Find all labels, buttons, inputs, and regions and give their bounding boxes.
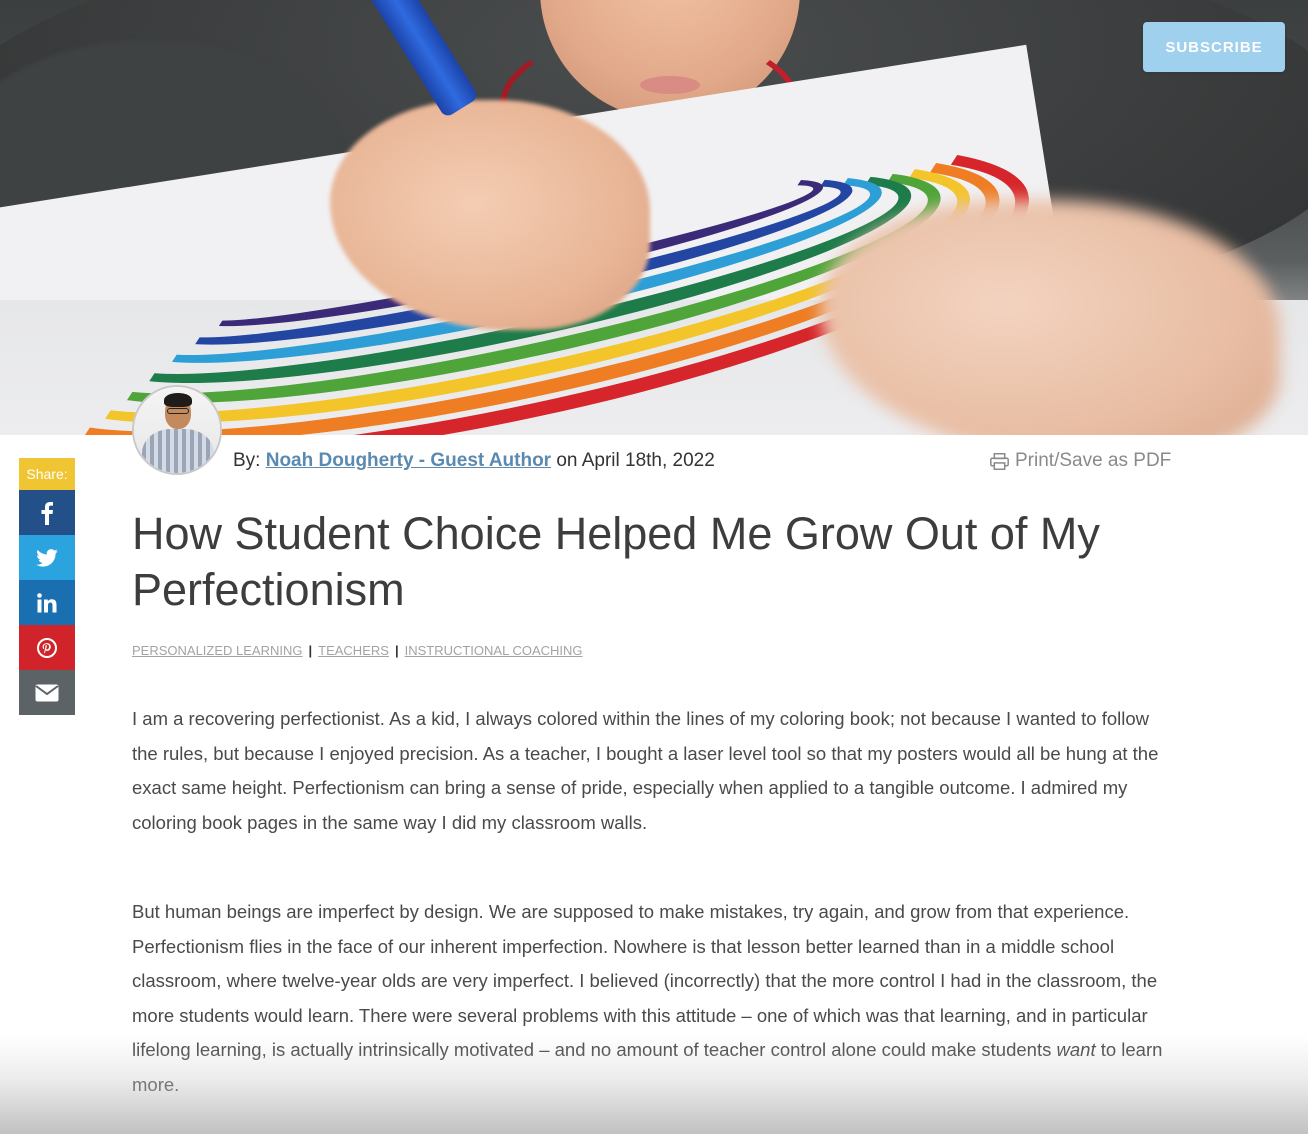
subscribe-button[interactable]: SUBSCRIBE — [1143, 22, 1285, 72]
share-bar: Share: — [19, 458, 75, 715]
author-link[interactable]: Noah Dougherty - Guest Author — [266, 450, 551, 471]
publish-date: on April 18th, 2022 — [556, 450, 715, 471]
tag-list: PERSONALIZED LEARNING | TEACHERS | INSTRUCTI… — [132, 643, 583, 658]
share-label: Share: — [19, 458, 75, 490]
facebook-icon — [41, 501, 53, 525]
tag-instructional-coaching[interactable]: INSTRUCTIONAL COACHING — [405, 643, 583, 658]
author-avatar — [132, 385, 222, 475]
article-paragraph-1: I am a recovering perfectionist. As a ki… — [132, 708, 1159, 833]
hero-image — [0, 0, 1308, 435]
print-label: Print/Save as PDF — [1015, 450, 1172, 471]
tag-personalized-learning[interactable]: PERSONALIZED LEARNING — [132, 643, 303, 658]
share-linkedin-button[interactable] — [19, 580, 75, 625]
paragraph-text: But human beings are imperfect by design… — [132, 901, 1158, 1060]
byline-prefix: By: — [233, 450, 261, 471]
byline: By: Noah Dougherty - Guest Author on Apr… — [233, 450, 715, 472]
print-pdf-link[interactable]: Print/Save as PDF — [990, 450, 1171, 472]
pinterest-icon — [37, 637, 57, 658]
share-facebook-button[interactable] — [19, 490, 75, 535]
article-title: How Student Choice Helped Me Grow Out of… — [132, 508, 1100, 615]
tag-separator: | — [394, 643, 399, 658]
linkedin-icon — [37, 592, 57, 612]
article-paragraph-2: But human beings are imperfect by design… — [132, 895, 1177, 1102]
email-icon — [35, 684, 59, 701]
tag-teachers[interactable]: TEACHERS — [318, 643, 389, 658]
paragraph-emphasis: want — [1056, 1039, 1096, 1060]
share-pinterest-button[interactable] — [19, 625, 75, 670]
tag-separator: | — [308, 643, 313, 658]
share-email-button[interactable] — [19, 670, 75, 715]
share-twitter-button[interactable] — [19, 535, 75, 580]
twitter-icon — [36, 548, 58, 567]
printer-icon — [990, 452, 1009, 470]
